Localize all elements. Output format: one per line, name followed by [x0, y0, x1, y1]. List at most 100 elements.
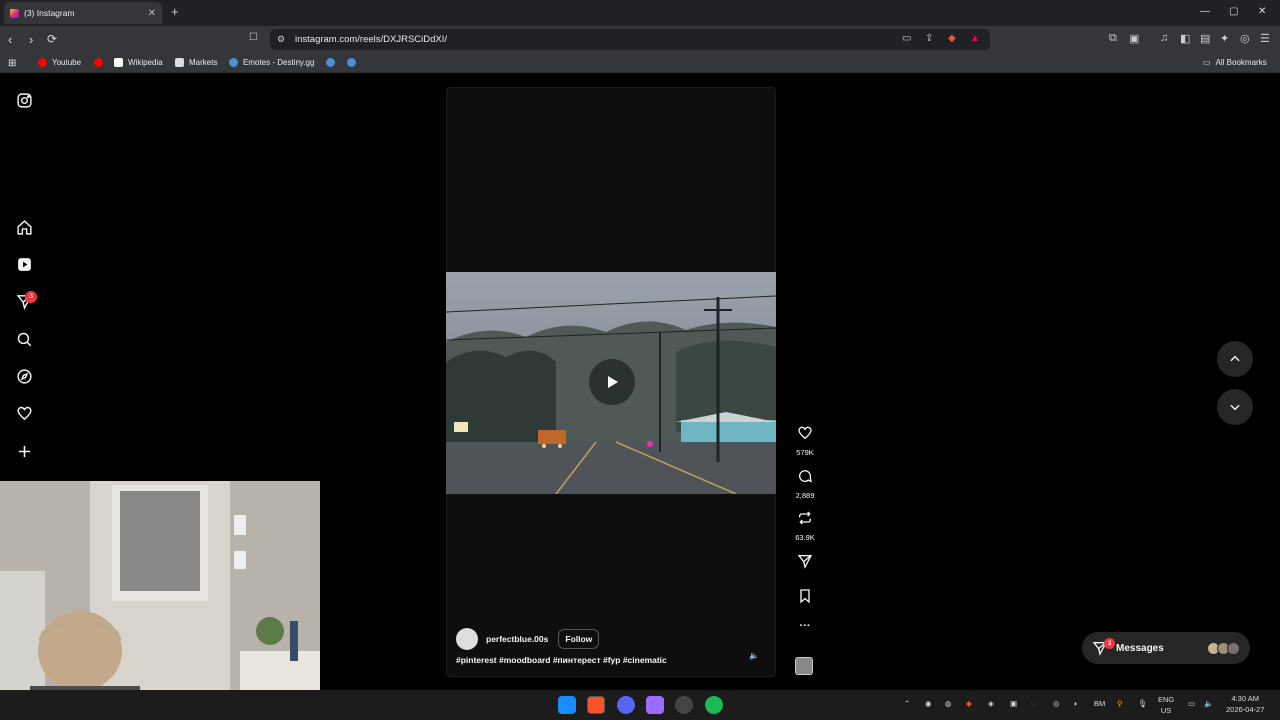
brave-icon[interactable]: [587, 696, 605, 714]
bookmark-label: Emotes - Destiny.gg: [243, 58, 315, 67]
repost-count: 63.9K: [795, 533, 815, 542]
microphone-icon[interactable]: 🎙: [1138, 699, 1148, 708]
bookmark-label: Youtube: [52, 58, 82, 67]
window-close-button[interactable]: ✕: [1258, 6, 1266, 17]
tab-strip: (3) Instagram ✕ + — ▢ ✕: [0, 0, 1280, 26]
address-url: instagram.com/reels/DXJRSCiDdXI/: [295, 34, 448, 45]
back-icon[interactable]: ‹: [8, 32, 12, 47]
bookmark-label: Markets: [189, 58, 218, 67]
share-button[interactable]: [790, 553, 820, 574]
vpn-icon[interactable]: ◎: [1240, 32, 1250, 45]
follow-button[interactable]: Follow: [558, 629, 600, 649]
comment-icon: [799, 470, 812, 483]
all-bookmarks-label: All Bookmarks: [1215, 58, 1267, 67]
share-icon[interactable]: ⇪: [925, 33, 933, 44]
address-bar[interactable]: ⚙ instagram.com/reels/DXJRSCiDdXI/ ▭ ⇪ ◆…: [270, 29, 990, 50]
tab-close-icon[interactable]: ✕: [148, 8, 156, 19]
app-icon[interactable]: [646, 696, 664, 714]
obs-icon[interactable]: [675, 696, 693, 714]
brave-tray-icon[interactable]: ◆: [966, 699, 972, 708]
all-bookmarks[interactable]: ▭ All Bookmarks: [1203, 58, 1267, 67]
new-tab-button[interactable]: +: [171, 4, 179, 19]
bookmarks-bar: ⊞ Youtube Wikipedia Markets Emotes - Des…: [0, 53, 1280, 73]
chevron-up-icon: [1230, 355, 1240, 362]
browser-toolbar: ‹ › ⟳ ☐ ⚙ instagram.com/reels/DXJRSCiDdX…: [0, 26, 1280, 53]
brave-rewards-icon[interactable]: ▲: [970, 33, 980, 44]
system-clock[interactable]: 4:30 AM 2026-04-27: [1226, 693, 1264, 715]
messages-label: Messages: [1116, 642, 1164, 654]
leo-ai-icon[interactable]: ✦: [1220, 32, 1229, 45]
bookmark-destiny-2[interactable]: [326, 58, 340, 67]
brave-shields-icon[interactable]: ◆: [948, 33, 956, 44]
spotify-icon[interactable]: [705, 696, 723, 714]
bookmark-label: Wikipedia: [128, 58, 163, 67]
create-icon[interactable]: [14, 441, 34, 461]
bookmark-youtube-2[interactable]: [94, 58, 108, 67]
tab-instagram[interactable]: (3) Instagram ✕: [4, 2, 162, 24]
tray-app-icon[interactable]: ◉: [925, 699, 932, 708]
previous-reel-button[interactable]: [1217, 341, 1253, 377]
comment-count: 2,889: [795, 491, 815, 500]
media-icon[interactable]: ♫: [1160, 32, 1168, 44]
wikipedia-icon: [114, 58, 123, 67]
reel-caption[interactable]: #pinterest #moodboard #пинтерест #fyp #c…: [456, 655, 667, 665]
bookmark-markets[interactable]: Markets: [175, 58, 217, 67]
language-indicator[interactable]: ENG US: [1158, 694, 1174, 716]
tray-app-icon[interactable]: ◌: [1031, 699, 1035, 708]
reload-icon[interactable]: ⟳: [47, 32, 57, 46]
messages-button[interactable]: 3 Messages: [1082, 632, 1250, 664]
discord-icon[interactable]: [617, 696, 635, 714]
cast-icon[interactable]: ▭: [902, 33, 911, 44]
search-icon[interactable]: [14, 329, 34, 349]
bookmark-destiny-3[interactable]: [347, 58, 361, 67]
language-label: ENG: [1158, 695, 1175, 704]
save-button[interactable]: [790, 588, 820, 609]
next-reel-button[interactable]: [1217, 389, 1253, 425]
like-button[interactable]: 579K: [790, 425, 820, 457]
tray-expand-icon[interactable]: ⌃: [904, 699, 910, 708]
explore-icon[interactable]: [14, 366, 34, 386]
instagram-icon[interactable]: [14, 90, 34, 110]
windows-taskbar: ⌃ ◉ ◍ ◆ ◈ ▣ ◌ ◎ ◐ BM ⚲ 🎙 ENG US ▭ 🔈 4:30 …: [0, 690, 1280, 720]
tray-app-icon[interactable]: ◈: [988, 699, 994, 708]
heart-icon[interactable]: [14, 403, 34, 423]
mute-icon[interactable]: 🔈: [749, 651, 759, 660]
apps-icon[interactable]: ⊞: [8, 58, 16, 69]
avatar[interactable]: [456, 628, 478, 650]
bookmark-youtube[interactable]: Youtube: [38, 58, 81, 67]
forward-icon[interactable]: ›: [29, 32, 33, 47]
tray-app-icon[interactable]: ▣: [1010, 699, 1017, 708]
heart-icon: [798, 426, 812, 440]
menu-icon[interactable]: ☰: [1260, 32, 1270, 45]
extension-icon[interactable]: ▣: [1129, 32, 1139, 45]
more-options-icon[interactable]: ···: [790, 620, 820, 632]
reels-icon[interactable]: [14, 254, 34, 274]
bm-tray-icon[interactable]: BM: [1094, 699, 1105, 708]
tray-app-icon[interactable]: ⚲: [1117, 699, 1123, 708]
tray-app-icon[interactable]: ◐: [1074, 699, 1079, 708]
repost-icon: [799, 511, 811, 525]
steam-icon[interactable]: ◍: [945, 699, 952, 708]
username-link[interactable]: perfectblue.00s: [486, 634, 548, 644]
repost-button[interactable]: 63.9K: [790, 510, 820, 542]
sidebar-icon[interactable]: ◧: [1180, 32, 1190, 45]
site-info-icon[interactable]: ⚙: [277, 34, 285, 45]
wallet-icon[interactable]: ▤: [1200, 32, 1210, 45]
audio-thumbnail[interactable]: [795, 657, 813, 675]
tray-app-icon[interactable]: ◎: [1053, 699, 1060, 708]
home-icon[interactable]: [14, 217, 34, 237]
avatar: [1227, 641, 1240, 655]
like-count: 579K: [796, 448, 814, 457]
bookmark-wikipedia[interactable]: Wikipedia: [114, 58, 163, 67]
network-icon[interactable]: ▭: [1188, 699, 1195, 708]
extensions-icon[interactable]: ⧉: [1109, 32, 1117, 45]
direct-badge: 3: [25, 291, 37, 303]
maximize-button[interactable]: ▢: [1229, 6, 1238, 17]
play-button[interactable]: [589, 359, 635, 405]
comment-button[interactable]: 2,889: [790, 468, 820, 500]
bookmark-destiny[interactable]: Emotes - Destiny.gg: [229, 58, 314, 67]
volume-icon[interactable]: 🔈: [1204, 699, 1213, 708]
minimize-button[interactable]: —: [1200, 6, 1210, 17]
bookmark-page-icon[interactable]: ☐: [249, 32, 258, 43]
start-icon[interactable]: [558, 696, 576, 714]
